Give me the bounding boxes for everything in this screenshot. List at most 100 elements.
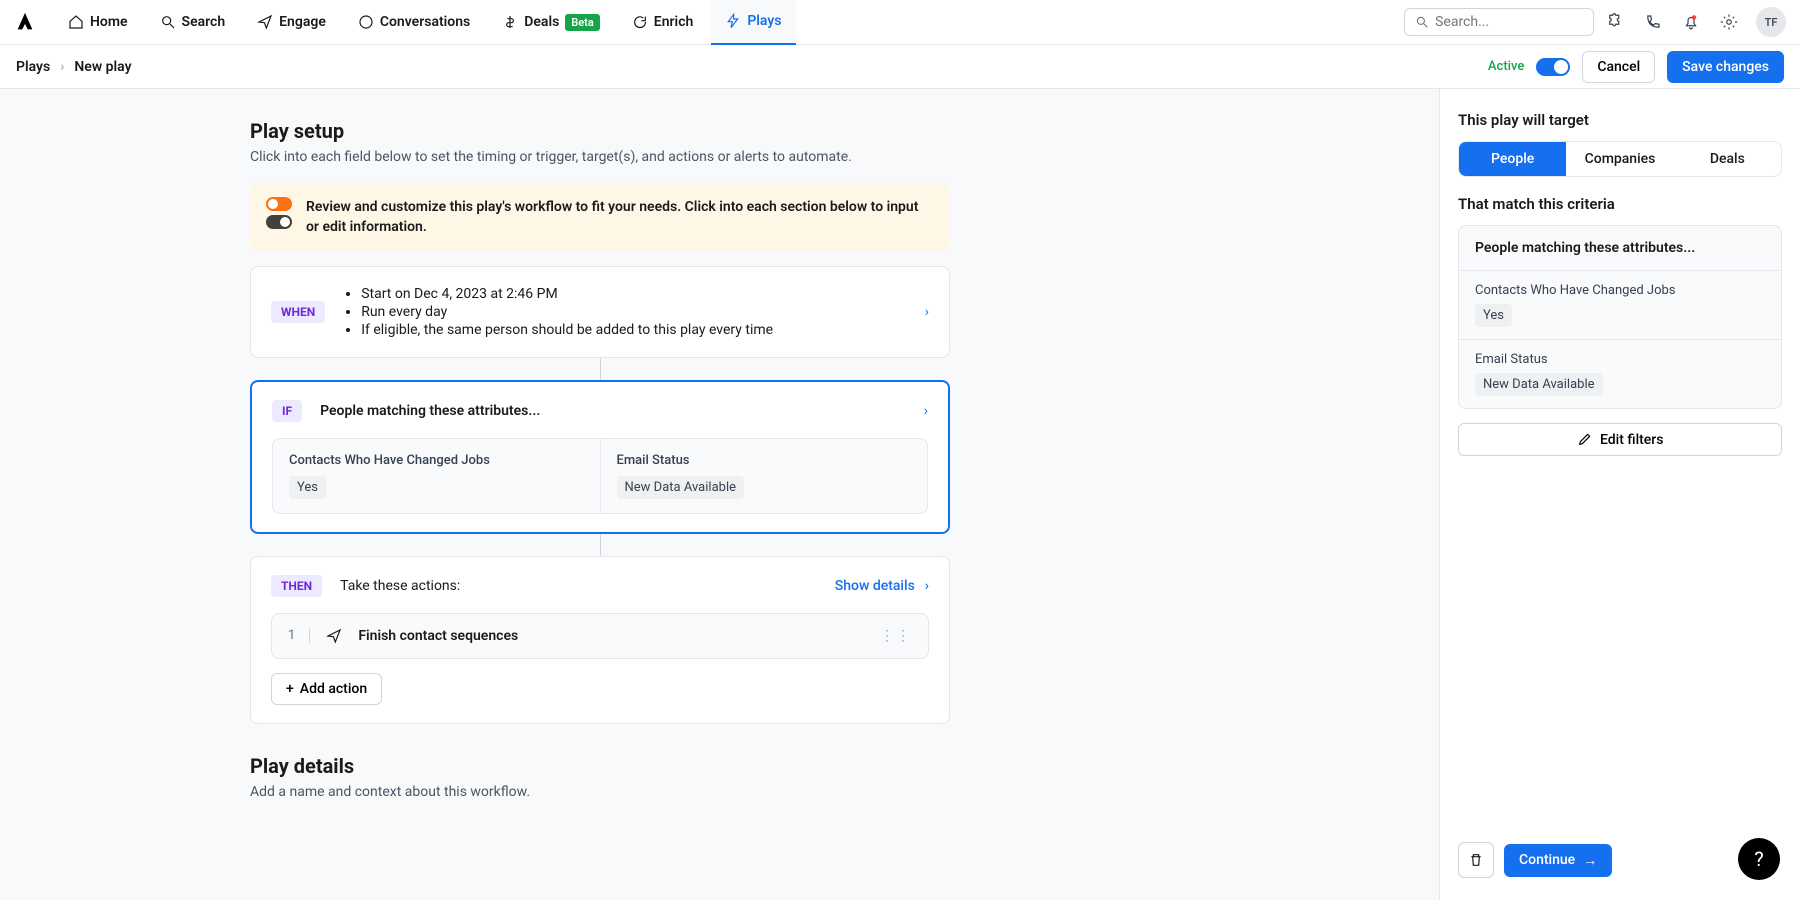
notice-text: Review and customize this play's workflo… [306, 197, 934, 238]
when-summary: Start on Dec 4, 2023 at 2:46 PM Run ever… [361, 285, 773, 339]
main-scroll[interactable]: Play setup Click into each field below t… [0, 89, 1440, 900]
if-title: People matching these attributes... [320, 403, 540, 419]
nav-home-label: Home [90, 14, 128, 30]
when-card[interactable]: WHEN Start on Dec 4, 2023 at 2:46 PM Run… [250, 266, 950, 358]
top-nav: Home Search Engage Conversations Deals B… [0, 0, 1800, 45]
play-setup-subtitle: Click into each field below to set the t… [250, 149, 950, 165]
delete-button[interactable] [1458, 842, 1494, 878]
attr-value-chip: Yes [289, 476, 326, 499]
target-segmented: People Companies Deals [1458, 141, 1782, 177]
search-icon [1415, 14, 1429, 30]
notifications-button[interactable] [1674, 5, 1708, 39]
edit-filters-button[interactable]: Edit filters [1458, 423, 1782, 456]
criteria-row[interactable]: Contacts Who Have Changed Jobs Yes [1459, 271, 1781, 340]
if-tag: IF [272, 400, 302, 422]
nav-home[interactable]: Home [54, 0, 142, 45]
extension-button[interactable] [1598, 5, 1632, 39]
phone-button[interactable] [1636, 5, 1670, 39]
app-logo [14, 11, 36, 33]
when-bullet: Start on Dec 4, 2023 at 2:46 PM [361, 285, 773, 303]
criteria-label: Contacts Who Have Changed Jobs [1475, 283, 1765, 298]
action-row[interactable]: 1 Finish contact sequences ⋮⋮ [271, 613, 929, 659]
then-title: Take these actions: [340, 578, 460, 594]
breadcrumb-root[interactable]: Plays [16, 59, 50, 75]
chevron-right-icon: › [925, 304, 929, 320]
chevron-right-icon: › [925, 578, 929, 594]
criteria-value-chip: New Data Available [1475, 373, 1603, 396]
connector-line [600, 358, 601, 380]
global-search[interactable] [1404, 8, 1594, 36]
help-fab[interactable]: ? [1738, 838, 1780, 880]
show-details-label: Show details [835, 578, 915, 594]
edit-filters-label: Edit filters [1600, 432, 1663, 448]
bell-icon [1682, 13, 1700, 31]
then-tag: THEN [271, 575, 322, 597]
active-toggle[interactable] [1536, 58, 1570, 76]
play-setup-title: Play setup [250, 119, 950, 143]
toggle-illustration-icon [266, 197, 292, 229]
action-number: 1 [288, 628, 310, 643]
seg-people[interactable]: People [1459, 142, 1566, 176]
arrow-right-icon: → [1583, 852, 1597, 869]
chevron-right-icon: › [924, 403, 928, 419]
criteria-heading: That match this criteria [1458, 195, 1782, 213]
attr-label: Email Status [617, 453, 912, 468]
seg-deals[interactable]: Deals [1674, 142, 1781, 176]
target-heading: This play will target [1458, 111, 1782, 129]
breadcrumb-current: New play [74, 59, 131, 75]
nav-engage[interactable]: Engage [243, 0, 340, 45]
active-status-label: Active [1488, 59, 1524, 74]
show-details-link[interactable]: Show details › [835, 578, 929, 594]
settings-button[interactable] [1712, 5, 1746, 39]
nav-enrich[interactable]: Enrich [618, 0, 708, 45]
criteria-value-chip: Yes [1475, 304, 1512, 327]
connector-line [600, 534, 601, 556]
attr-cell[interactable]: Email Status New Data Available [600, 439, 928, 513]
attr-label: Contacts Who Have Changed Jobs [289, 453, 584, 468]
continue-button[interactable]: Continue → [1504, 844, 1612, 877]
dollar-icon [502, 14, 518, 30]
refresh-icon [632, 14, 648, 30]
nav-search[interactable]: Search [146, 0, 240, 45]
trash-icon [1468, 852, 1484, 868]
send-icon [257, 14, 273, 30]
add-action-button[interactable]: + Add action [271, 673, 382, 705]
play-details-subtitle: Add a name and context about this workfl… [250, 784, 950, 800]
criteria-box: People matching these attributes... Cont… [1458, 225, 1782, 409]
nav-plays-label: Plays [747, 13, 781, 29]
beta-badge: Beta [565, 14, 600, 31]
action-label: Finish contact sequences [358, 628, 518, 644]
home-icon [68, 14, 84, 30]
continue-label: Continue [1519, 852, 1575, 868]
when-tag: WHEN [271, 301, 325, 323]
nav-plays[interactable]: Plays [711, 0, 795, 45]
nav-deals[interactable]: Deals Beta [488, 0, 614, 45]
gear-icon [1720, 13, 1738, 31]
then-card[interactable]: THEN Take these actions: Show details › … [250, 556, 950, 724]
cancel-button[interactable]: Cancel [1582, 51, 1655, 83]
if-attributes: Contacts Who Have Changed Jobs Yes Email… [272, 438, 928, 514]
attr-value-chip: New Data Available [617, 476, 745, 499]
save-changes-button[interactable]: Save changes [1667, 51, 1784, 83]
play-details-title: Play details [250, 754, 950, 778]
subheader: Plays › New play Active Cancel Save chan… [0, 45, 1800, 89]
drag-handle-icon[interactable]: ⋮⋮ [880, 628, 912, 644]
send-icon [326, 628, 342, 644]
attr-cell[interactable]: Contacts Who Have Changed Jobs Yes [273, 439, 600, 513]
seg-companies[interactable]: Companies [1566, 142, 1673, 176]
chat-icon [358, 14, 374, 30]
puzzle-icon [1606, 13, 1624, 31]
criteria-label: Email Status [1475, 352, 1765, 367]
phone-icon [1644, 13, 1662, 31]
plus-icon: + [286, 681, 294, 697]
when-bullet: If eligible, the same person should be a… [361, 321, 773, 339]
nav-engage-label: Engage [279, 14, 326, 30]
criteria-row[interactable]: Email Status New Data Available [1459, 340, 1781, 408]
if-card[interactable]: IF People matching these attributes... ›… [250, 380, 950, 534]
review-notice: Review and customize this play's workflo… [250, 183, 950, 252]
user-avatar[interactable]: TF [1756, 7, 1786, 37]
chevron-right-icon: › [60, 59, 64, 75]
criteria-title: People matching these attributes... [1459, 226, 1781, 271]
search-input[interactable] [1435, 14, 1583, 30]
nav-conversations[interactable]: Conversations [344, 0, 484, 45]
